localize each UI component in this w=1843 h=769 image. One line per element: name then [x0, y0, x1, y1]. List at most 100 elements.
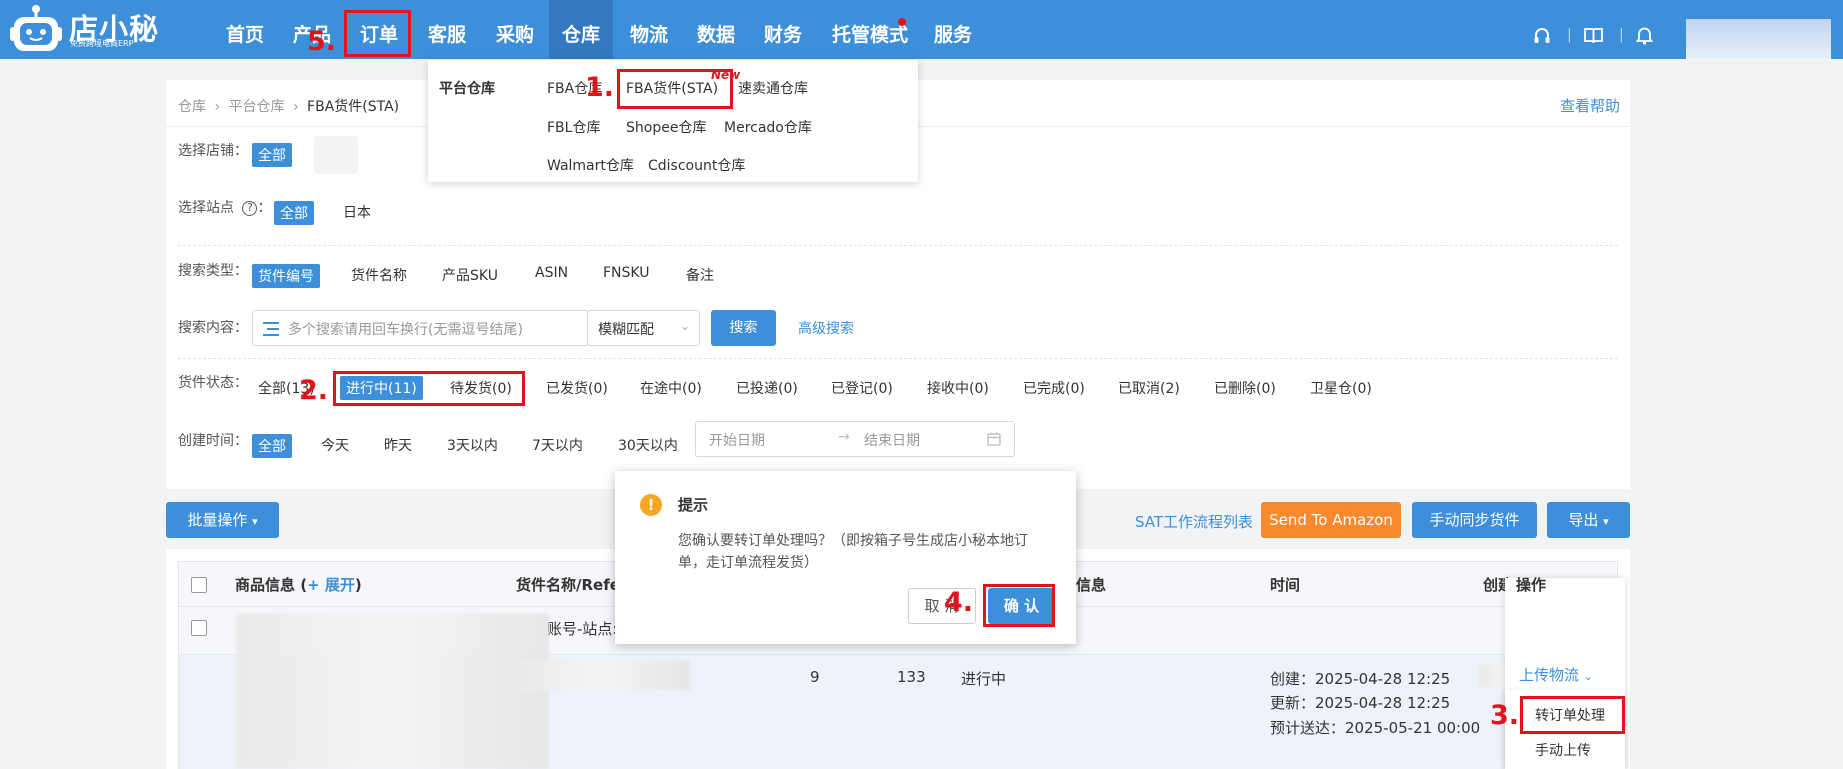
- breadcrumb-platform-warehouse[interactable]: 平台仓库: [229, 99, 285, 115]
- bell-icon[interactable]: [1636, 26, 1653, 45]
- status-satellite[interactable]: 卫星仓(0): [1310, 378, 1372, 398]
- breadcrumb: 仓库 › 平台仓库 › FBA货件(STA): [178, 96, 399, 116]
- menu-mercado-warehouse[interactable]: Mercado仓库: [724, 117, 812, 137]
- select-all-checkbox[interactable]: [191, 577, 207, 593]
- upload-logistics-dropdown[interactable]: 上传物流 ⌄: [1519, 664, 1593, 685]
- export-button[interactable]: 导出 ▾: [1547, 502, 1630, 538]
- workflow-list-link[interactable]: SAT工作流程列表: [1135, 511, 1253, 532]
- menu-walmart-warehouse[interactable]: Walmart仓库: [547, 155, 634, 175]
- status-registered[interactable]: 已登记(0): [831, 378, 893, 398]
- manual-sync-button[interactable]: 手动同步货件: [1412, 502, 1537, 538]
- batch-operation-button[interactable]: 批量操作 ▾: [166, 502, 279, 538]
- annotation-box-confirm-button: [983, 584, 1055, 627]
- status-deleted[interactable]: 已删除(0): [1214, 378, 1276, 398]
- breadcrumb-separator: ›: [214, 99, 221, 115]
- nav-home[interactable]: 首页: [226, 0, 264, 59]
- user-account-area[interactable]: [1686, 19, 1831, 59]
- menu-shopee-warehouse[interactable]: Shopee仓库: [626, 117, 706, 137]
- shop-avatar[interactable]: [314, 136, 358, 174]
- multiline-list-icon: [263, 322, 279, 336]
- nav-warehouse[interactable]: 仓库: [549, 0, 613, 59]
- help-link[interactable]: 查看帮助: [1560, 95, 1620, 116]
- annotation-number-3: 3.: [1490, 700, 1520, 731]
- manual-upload-item[interactable]: 手动上传: [1535, 740, 1591, 760]
- shop-all-tag[interactable]: 全部: [252, 143, 292, 167]
- time-yesterday[interactable]: 昨天: [384, 435, 412, 455]
- search-button[interactable]: 搜索: [711, 310, 776, 346]
- nav-customer-service[interactable]: 客服: [428, 0, 466, 59]
- upload-logistics-label: 上传物流: [1519, 666, 1580, 684]
- nav-finance[interactable]: 财务: [764, 0, 802, 59]
- search-type-shipment-name[interactable]: 货件名称: [351, 265, 407, 285]
- eta-time-cell: 预计送达：2025-05-21 00:00: [1270, 719, 1481, 737]
- book-icon[interactable]: [1584, 27, 1603, 44]
- time-today[interactable]: 今天: [321, 435, 349, 455]
- nav-data[interactable]: 数据: [697, 0, 735, 59]
- batch-operation-label: 批量操作: [187, 511, 248, 529]
- status-label: 货件状态：: [178, 375, 248, 391]
- annotation-box-status-tabs: [333, 371, 525, 406]
- quantity-cell: 9: [810, 668, 820, 686]
- match-mode-value: 模糊匹配: [598, 322, 654, 338]
- nav-purchase[interactable]: 采购: [496, 0, 534, 59]
- updated-time-cell: 更新：2025-04-28 12:25: [1270, 694, 1451, 712]
- chevron-down-icon: ▾: [252, 515, 258, 528]
- divider: [178, 358, 1618, 359]
- search-type-asin[interactable]: ASIN: [535, 265, 568, 281]
- brand-slogan: 免费跨境电商ERP: [70, 39, 134, 48]
- dialog-message-line2: 单，走订单流程发货）: [678, 555, 818, 571]
- match-mode-select[interactable]: 模糊匹配 ⌄: [587, 310, 700, 346]
- end-date-placeholder[interactable]: 结束日期: [864, 430, 920, 450]
- site-label-row: 选择站点 ?：: [178, 200, 272, 216]
- breadcrumb-separator: ›: [292, 99, 299, 115]
- robot-logo-icon[interactable]: [10, 3, 62, 53]
- time-30days[interactable]: 30天以内: [618, 435, 678, 455]
- notification-dot: [898, 18, 906, 26]
- nav-managed-mode[interactable]: 托管模式: [832, 0, 908, 59]
- site-all-tag[interactable]: 全部: [274, 201, 314, 225]
- status-delivered[interactable]: 已投递(0): [736, 378, 798, 398]
- time-3days[interactable]: 3天以内: [447, 435, 498, 455]
- search-type-sku[interactable]: 产品SKU: [442, 265, 498, 285]
- send-to-amazon-button[interactable]: Send To Amazon: [1261, 502, 1401, 538]
- annotation-number-2: 2.: [299, 375, 329, 406]
- annotation-number-4: 4.: [944, 587, 974, 618]
- status-completed[interactable]: 已完成(0): [1023, 378, 1085, 398]
- menu-fbl-warehouse[interactable]: FBL仓库: [547, 117, 600, 137]
- time-7days[interactable]: 7天以内: [532, 435, 583, 455]
- action-header: 操作: [1516, 576, 1547, 594]
- search-type-shipment-no[interactable]: 货件编号: [252, 264, 320, 288]
- status-receiving[interactable]: 接收中(0): [927, 378, 989, 398]
- nav-separator: |: [1567, 27, 1572, 43]
- group-checkbox[interactable]: [191, 620, 207, 636]
- search-input[interactable]: 多个搜索请用回车换行(无需逗号结尾): [252, 310, 588, 346]
- nav-service[interactable]: 服务: [934, 0, 972, 59]
- chevron-down-icon: ⌄: [680, 319, 691, 333]
- time-all[interactable]: 全部: [252, 434, 292, 458]
- status-cancelled[interactable]: 已取消(2): [1118, 378, 1180, 398]
- headset-icon[interactable]: [1533, 27, 1551, 45]
- status-in-transit[interactable]: 在途中(0): [640, 378, 702, 398]
- product-image[interactable]: [236, 613, 549, 769]
- site-label: 选择站点: [178, 200, 234, 216]
- status-cell: 进行中: [961, 670, 1007, 688]
- advanced-search-link[interactable]: 高级搜索: [798, 318, 854, 338]
- menu-aliexpress-warehouse[interactable]: 速卖通仓库: [738, 78, 808, 98]
- start-date-placeholder[interactable]: 开始日期: [709, 430, 765, 450]
- site-japan[interactable]: 日本: [343, 202, 371, 222]
- annotation-box-order-nav: [344, 10, 411, 57]
- expand-link[interactable]: + 展开: [307, 576, 355, 594]
- created-time-label: 创建时间：: [178, 433, 248, 449]
- question-circle-icon[interactable]: ?: [242, 201, 258, 216]
- date-range-picker[interactable]: 开始日期 → 结束日期: [695, 421, 1015, 457]
- breadcrumb-warehouse[interactable]: 仓库: [178, 99, 206, 115]
- group-account-site: 账号-站点:: [547, 620, 618, 638]
- status-shipped[interactable]: 已发货(0): [546, 378, 608, 398]
- breadcrumb-current: FBA货件(STA): [307, 99, 400, 115]
- menu-cdiscount-warehouse[interactable]: Cdiscount仓库: [648, 155, 745, 175]
- search-type-remark[interactable]: 备注: [686, 265, 714, 285]
- product-info-header: 商品信息 (+ 展开): [235, 576, 362, 594]
- nav-logistics[interactable]: 物流: [630, 0, 668, 59]
- annotation-number-5: 5.: [307, 26, 337, 57]
- search-type-fnsku[interactable]: FNSKU: [603, 265, 649, 281]
